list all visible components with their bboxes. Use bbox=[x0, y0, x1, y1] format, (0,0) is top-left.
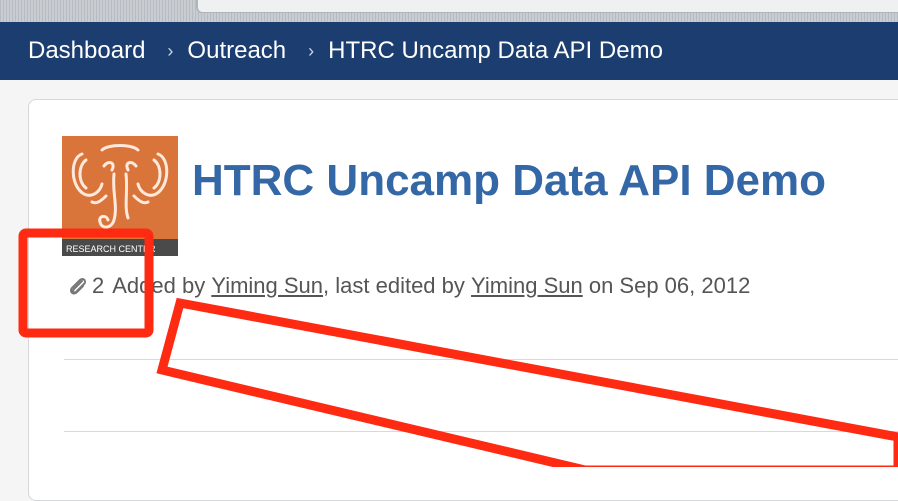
htrc-logo: RESEARCH CENTER bbox=[62, 136, 178, 256]
breadcrumb-item-outreach[interactable]: Outreach bbox=[187, 37, 286, 65]
browser-tab-edge bbox=[196, 0, 898, 13]
breadcrumb-separator-icon: › bbox=[308, 40, 315, 61]
logo-text: RESEARCH CENTER bbox=[66, 244, 156, 254]
editor-link[interactable]: Yiming Sun bbox=[471, 273, 583, 299]
breadcrumb-item-current-page[interactable]: HTRC Uncamp Data API Demo bbox=[328, 37, 663, 65]
last-edited-label: , last edited by bbox=[323, 273, 465, 298]
paperclip-icon[interactable] bbox=[66, 274, 90, 298]
author-link[interactable]: Yiming Sun bbox=[211, 273, 323, 299]
edit-date: on Sep 06, 2012 bbox=[588, 273, 751, 298]
divider bbox=[64, 431, 898, 432]
page-metadata: 2 Added by Yiming Sun, last edited by Yi… bbox=[66, 273, 750, 299]
browser-top-strip bbox=[0, 0, 898, 22]
attachment-count[interactable]: 2 bbox=[92, 273, 104, 299]
breadcrumb-separator-icon: › bbox=[167, 40, 174, 61]
breadcrumb-item-dashboard[interactable]: Dashboard bbox=[28, 37, 145, 65]
divider bbox=[64, 359, 898, 360]
page-title: HTRC Uncamp Data API Demo bbox=[192, 156, 827, 205]
breadcrumb: Dashboard › Outreach › HTRC Uncamp Data … bbox=[0, 22, 898, 80]
added-by-label: Added by bbox=[112, 273, 206, 298]
